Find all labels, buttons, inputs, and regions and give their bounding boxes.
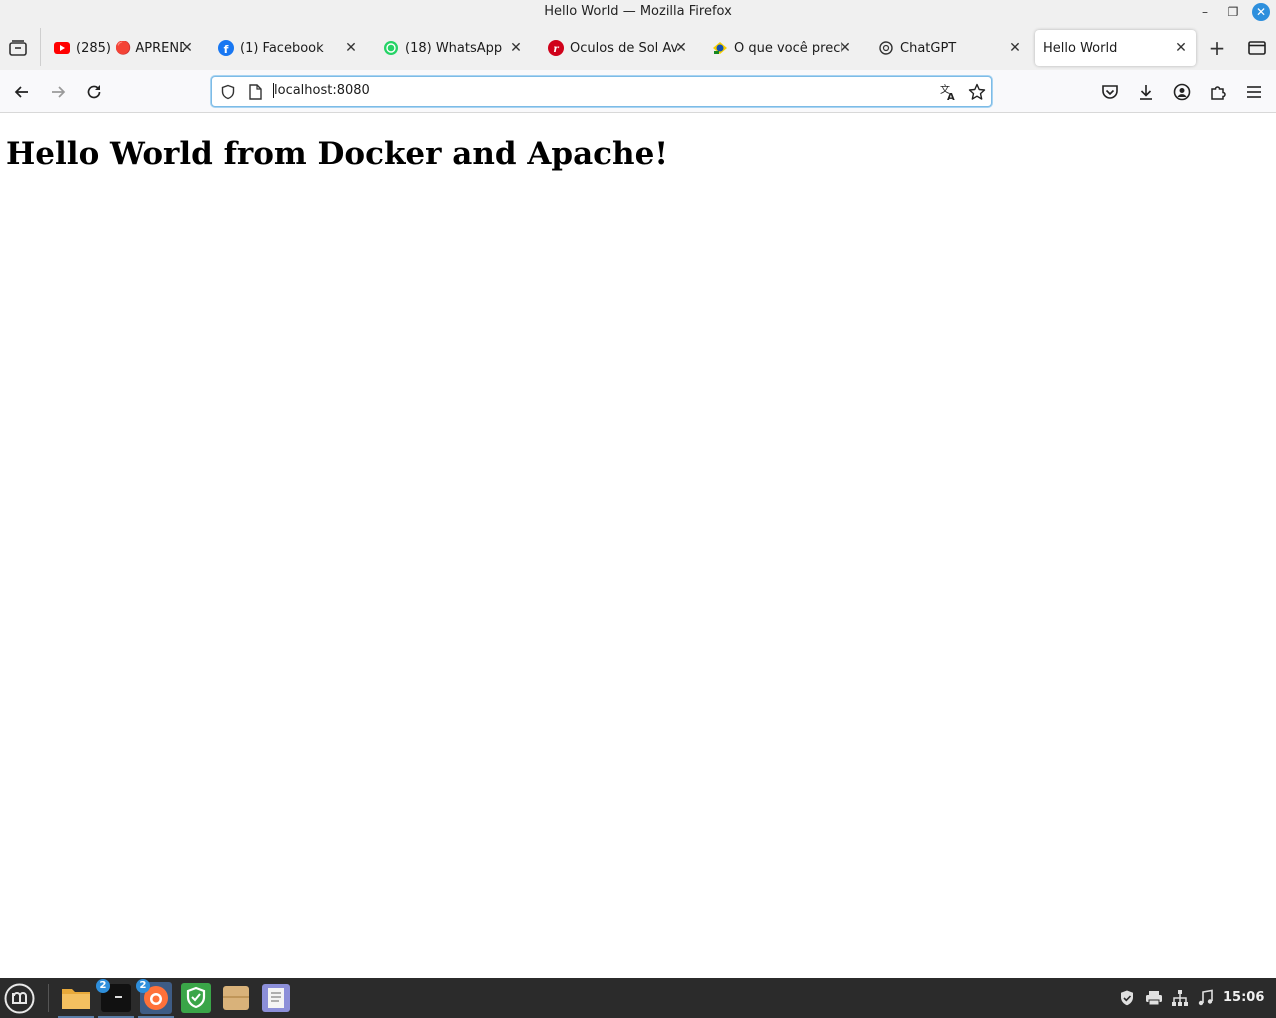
sound-icon[interactable] [1197, 989, 1215, 1007]
account-button[interactable] [1171, 81, 1193, 103]
printer-icon[interactable] [1145, 989, 1163, 1007]
tab-close-icon[interactable]: ✕ [1172, 39, 1190, 57]
close-window-button[interactable]: ✕ [1252, 3, 1270, 21]
maximize-icon: ❐ [1227, 5, 1239, 19]
youtube-icon [54, 40, 70, 56]
forward-button[interactable] [47, 81, 69, 103]
text-editor-launcher[interactable] [260, 982, 292, 1014]
close-icon: ✕ [1255, 5, 1267, 19]
firefox-view-button[interactable] [8, 38, 28, 58]
tab-whatsapp[interactable]: (18) WhatsApp ✕ [371, 30, 531, 66]
text-editor-icon [262, 984, 290, 1012]
whatsapp-icon [383, 40, 399, 56]
tray-shield-icon[interactable] [1118, 989, 1136, 1007]
svg-text:f: f [224, 43, 229, 56]
tracking-protection-icon[interactable] [219, 83, 237, 101]
tab-list-icon [1248, 41, 1266, 55]
shield-icon [181, 983, 211, 1013]
gov-br-icon [712, 40, 728, 56]
taskbar-separator [48, 984, 49, 1012]
files-launcher[interactable] [58, 982, 94, 1018]
archive-box-icon [223, 986, 249, 1010]
facebook-icon: f [218, 40, 234, 56]
tab-label: (1) Facebook [240, 40, 324, 56]
tab-close-icon[interactable]: ✕ [672, 39, 690, 57]
reload-icon [87, 85, 101, 99]
translate-icon[interactable]: 文A [939, 83, 957, 101]
puzzle-icon [1211, 86, 1226, 100]
archive-launcher[interactable] [220, 982, 252, 1014]
arrow-right-icon [52, 86, 66, 98]
tab-close-icon[interactable]: ✕ [507, 39, 525, 57]
tab-separator [40, 28, 41, 66]
plus-icon: + [1208, 36, 1226, 60]
svg-text:A: A [947, 92, 955, 101]
tab-label: ChatGPT [900, 40, 957, 56]
tab-chatgpt[interactable]: ChatGPT ✕ [866, 30, 1030, 66]
window-titlebar: Hello World — Mozilla Firefox – ❐ ✕ [0, 0, 1276, 24]
tab-close-icon[interactable]: ✕ [1006, 39, 1024, 57]
bookmark-star-icon[interactable] [968, 83, 986, 101]
arrow-left-icon [14, 86, 28, 98]
tab-gov[interactable]: O que você precisa ✕ [700, 30, 860, 66]
tab-close-icon[interactable]: ✕ [836, 39, 854, 57]
svg-text:r: r [553, 44, 559, 55]
tab-label: (285) 🔴 APRENDA [76, 40, 184, 56]
navigation-toolbar: localhost:8080 文A [0, 70, 1276, 113]
tab-close-icon[interactable]: ✕ [342, 39, 360, 57]
page-heading: Hello World from Docker and Apache! [6, 136, 668, 172]
security-launcher[interactable] [180, 982, 212, 1014]
list-all-tabs-button[interactable] [1248, 40, 1266, 56]
tab-label: (18) WhatsApp [405, 40, 503, 56]
folder-icon [62, 989, 90, 1009]
ray-ban-icon: r [548, 40, 564, 56]
tab-facebook[interactable]: f (1) Facebook ✕ [206, 30, 366, 66]
download-icon [1140, 85, 1152, 100]
minimize-icon: – [1202, 5, 1208, 19]
page-content: Hello World from Docker and Apache! [0, 114, 1276, 978]
app-menu-button[interactable] [1243, 81, 1265, 103]
tab-label: O que você precisa [734, 40, 842, 56]
terminal-launcher[interactable]: 2 [96, 979, 134, 1018]
chatgpt-icon [878, 40, 894, 56]
firefox-window-count-badge: 2 [136, 979, 150, 993]
tab-label: Hello World [1043, 40, 1118, 56]
clock[interactable]: 15:06 [1223, 990, 1264, 1005]
extensions-button[interactable] [1207, 81, 1229, 103]
tab-youtube[interactable]: (285) 🔴 APRENDA ✕ [42, 30, 202, 66]
pocket-button[interactable] [1099, 81, 1121, 103]
terminal-window-count-badge: 2 [96, 979, 110, 993]
start-menu-button[interactable] [4, 983, 35, 1014]
firefox-launcher[interactable]: 2 [136, 979, 174, 1018]
tab-oculos[interactable]: r Óculos de Sol Avia ✕ [536, 30, 696, 66]
window-title: Hello World — Mozilla Firefox [544, 4, 732, 19]
new-tab-button[interactable]: + [1207, 36, 1227, 60]
downloads-button[interactable] [1135, 81, 1157, 103]
url-text[interactable]: localhost:8080 [273, 83, 370, 98]
network-icon[interactable] [1171, 989, 1189, 1007]
linux-mint-icon [4, 983, 35, 1014]
url-bar[interactable]: localhost:8080 文A [211, 76, 992, 107]
account-icon [1173, 83, 1191, 101]
hamburger-menu-icon [1247, 86, 1261, 98]
firefox-view-icon [9, 40, 27, 56]
tab-hello-world[interactable]: Hello World ✕ [1035, 30, 1196, 66]
tab-close-icon[interactable]: ✕ [178, 39, 196, 57]
taskbar: 2 2 15:06 [0, 978, 1276, 1018]
minimize-button[interactable]: – [1196, 3, 1214, 21]
tab-label: Óculos de Sol Avia [570, 40, 678, 56]
pocket-icon [1102, 85, 1118, 99]
back-button[interactable] [11, 81, 33, 103]
page-info-icon[interactable] [246, 83, 264, 101]
maximize-button[interactable]: ❐ [1224, 3, 1242, 21]
tab-strip: (285) 🔴 APRENDA ✕ f (1) Facebook ✕ (18) … [0, 24, 1276, 70]
reload-button[interactable] [83, 81, 105, 103]
